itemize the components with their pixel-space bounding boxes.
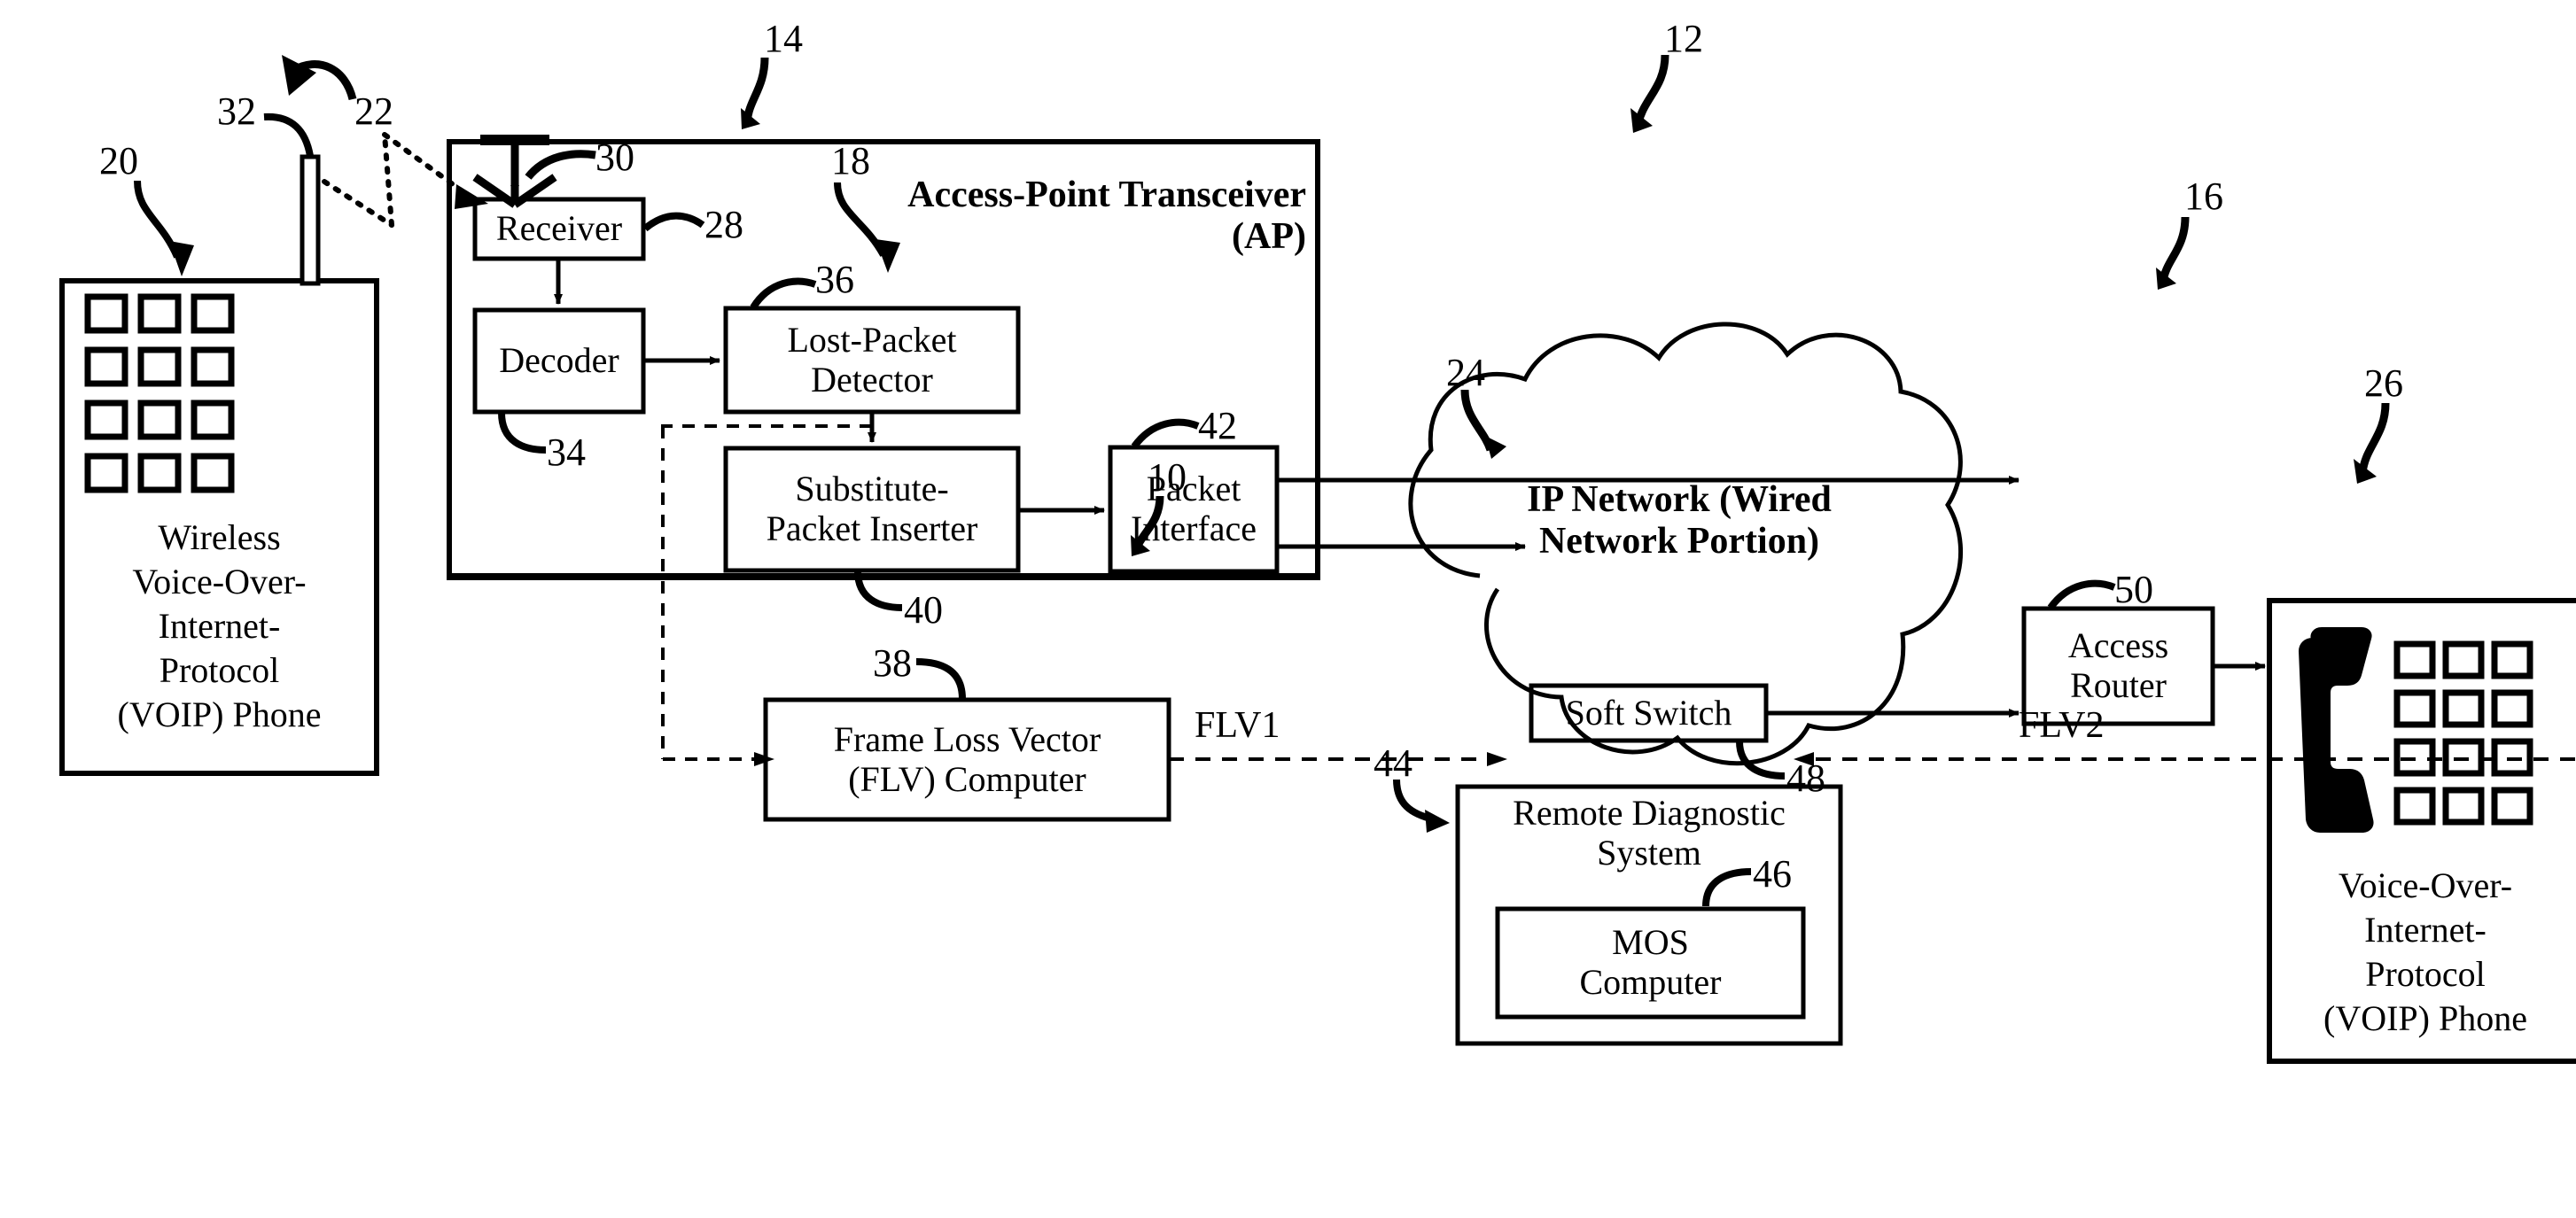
- ref-42: 42: [1198, 404, 1237, 447]
- ref-34: 34: [547, 431, 586, 474]
- ref-40: 40: [904, 588, 943, 632]
- ref-38: 38: [873, 641, 912, 685]
- leader-16: [2159, 216, 2190, 283]
- leader-12: [1634, 54, 1669, 124]
- leader-50: [2047, 579, 2116, 610]
- ref-14: 14: [764, 17, 803, 60]
- ref-20: 20: [99, 139, 138, 182]
- leader-42: [1131, 418, 1200, 449]
- ip-network-label: IP Network (Wired Network Portion): [1527, 479, 1832, 562]
- ref-26: 26: [2364, 361, 2403, 405]
- ref-36: 36: [815, 258, 854, 301]
- ref-30: 30: [595, 136, 634, 179]
- leader-26: [2358, 402, 2390, 474]
- phone-antenna-stick: [300, 154, 321, 286]
- ref-44: 44: [1374, 741, 1413, 785]
- flv-computer-label: Frame Loss Vector (FLV) Computer: [833, 718, 1101, 799]
- leader-36: [750, 277, 817, 310]
- ref-12: 12: [1664, 17, 1703, 60]
- wireless-phone-keypad: [84, 293, 235, 493]
- figure-canvas: 14 12 16 10 20 32 22 30 18 28 36 34 42 4…: [0, 0, 2576, 1218]
- leader-34: [498, 412, 547, 454]
- ref-24: 24: [1446, 351, 1485, 394]
- wireless-link-seg1: [322, 179, 394, 228]
- leader-32: [263, 112, 314, 157]
- ref-22: 22: [354, 89, 393, 133]
- flv1-label: FLV1: [1195, 705, 1280, 746]
- remote-diagnostic-system-label: Remote Diagnostic System: [1513, 793, 1786, 873]
- soft-switch-label: Soft Switch: [1565, 692, 1732, 733]
- receiver-label: Receiver: [495, 208, 623, 249]
- substitute-packet-inserter-label: Substitute- Packet Inserter: [766, 469, 978, 548]
- access-router-label: Access Router: [2067, 625, 2169, 705]
- ref-32: 32: [217, 89, 256, 133]
- ref-16: 16: [2184, 175, 2223, 218]
- voip-phone-caption: Voice-Over- Internet- Protocol (VOIP) Ph…: [2323, 865, 2527, 1038]
- leader-14: [743, 57, 769, 123]
- leader-30: [525, 150, 596, 180]
- voip-phone-keypad: [2393, 640, 2533, 826]
- ap-title: Access-Point Transceiver (AP): [907, 175, 1306, 258]
- decoder-label: Decoder: [499, 340, 619, 381]
- ref-50: 50: [2114, 568, 2153, 611]
- ref-28: 28: [704, 203, 743, 246]
- leader-28: [642, 212, 705, 232]
- mos-computer-label: MOS Computer: [1579, 922, 1722, 1002]
- handset-icon: [2298, 627, 2374, 833]
- wireless-phone-caption: Wireless Voice-Over- Internet- Protocol …: [117, 517, 322, 734]
- packet-interface-label: Packet Interface: [1130, 469, 1257, 548]
- wireless-link-seg2: [382, 132, 394, 228]
- lost-packet-detector-label: Lost-Packet Detector: [787, 319, 957, 400]
- leader-38: [915, 658, 966, 700]
